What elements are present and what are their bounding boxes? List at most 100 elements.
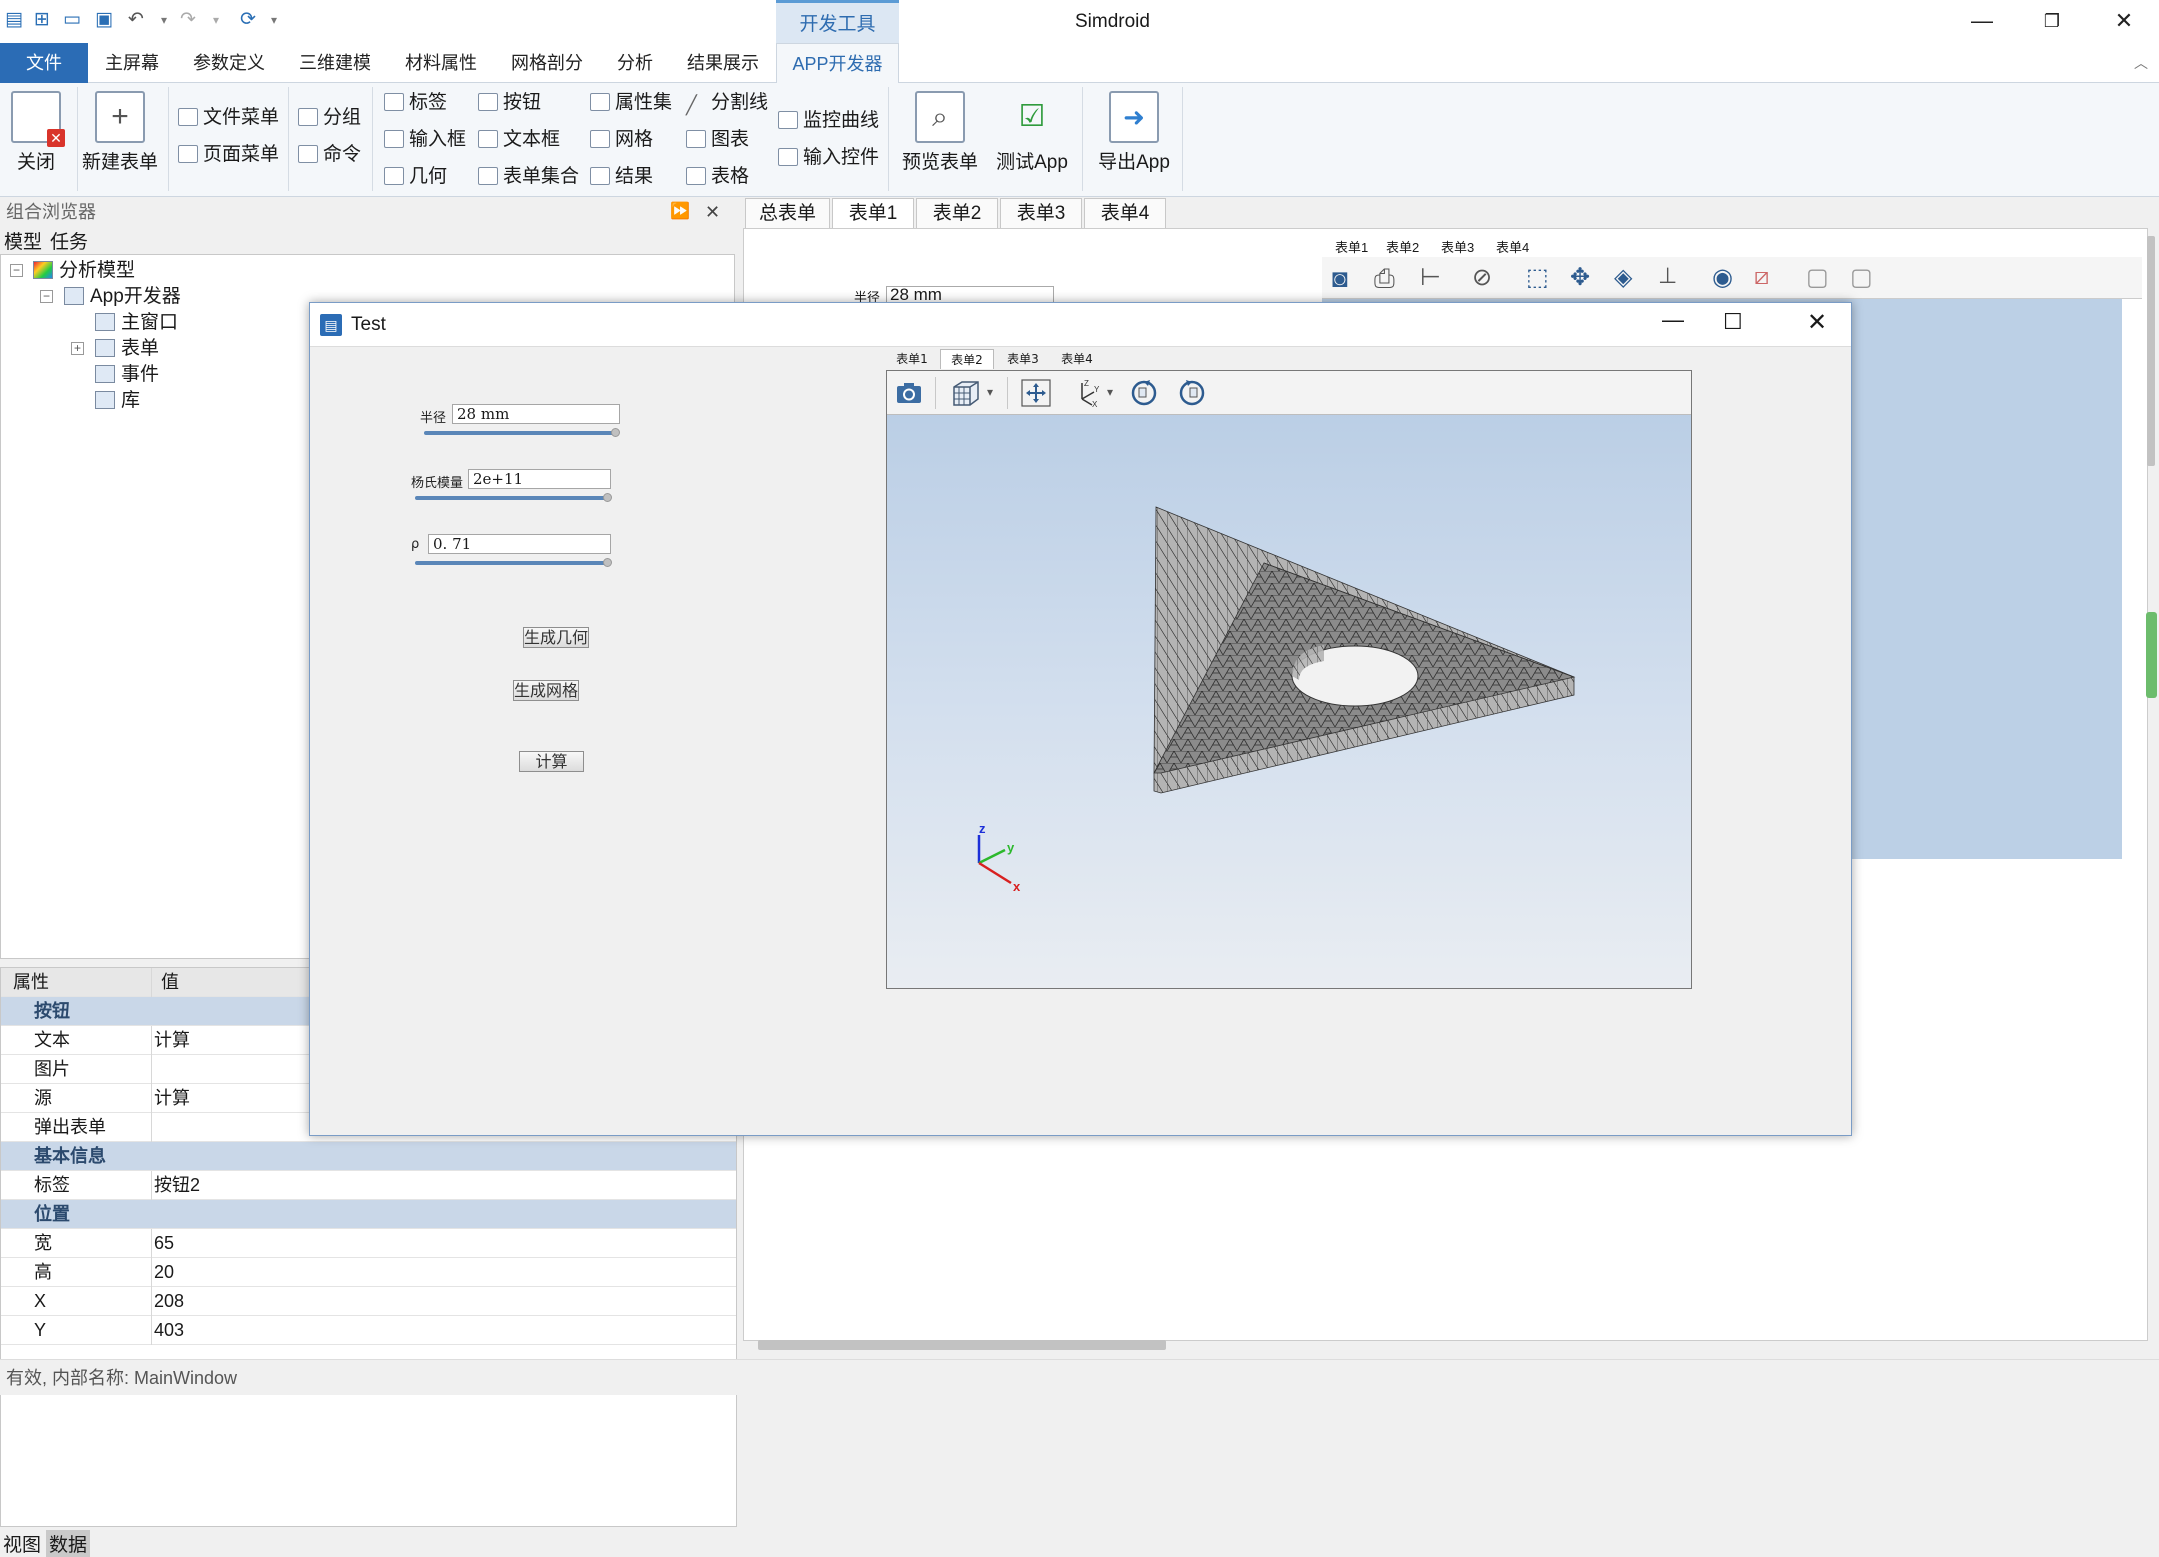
collapse-icon[interactable]: −	[40, 290, 53, 303]
command-button[interactable]: 命令	[298, 140, 361, 170]
label-button[interactable]: 标签	[384, 88, 447, 118]
light-icon[interactable]: ▢	[1806, 263, 1829, 292]
generate-mesh-button[interactable]: 生成网格	[513, 680, 579, 701]
tab-form-2[interactable]: 表单2	[916, 198, 998, 228]
tab-file[interactable]: 文件	[0, 43, 88, 83]
tab-parameters[interactable]: 参数定义	[178, 43, 280, 83]
test-app-button[interactable]: ☑ 测试App	[990, 91, 1074, 174]
group-button[interactable]: 分组	[298, 103, 361, 133]
input-box-button[interactable]: 输入框	[384, 125, 466, 155]
tab-3d-modeling[interactable]: 三维建模	[284, 43, 386, 83]
youngs-modulus-input[interactable]: 2e+11	[468, 469, 611, 489]
button-button[interactable]: 按钮	[478, 88, 541, 118]
fit-all-icon[interactable]	[1019, 377, 1053, 409]
mesh-viewport[interactable]: z y x	[887, 415, 1691, 988]
viewer-tab-form-4[interactable]: 表单4	[1050, 349, 1104, 369]
zoom-box-icon[interactable]: ⬚	[1526, 263, 1549, 292]
vertical-scrollbar[interactable]	[2145, 232, 2159, 1332]
monitor-curve-button[interactable]: 监控曲线	[778, 106, 879, 136]
section-icon[interactable]: ⊘	[1472, 263, 1492, 292]
tab-form-3[interactable]: 表单3	[1000, 198, 1082, 228]
tab-app-developer[interactable]: APP开发器	[776, 43, 899, 83]
axes-dropdown-icon[interactable]: ▾	[1107, 385, 1113, 399]
tab-materials[interactable]: 材料属性	[390, 43, 492, 83]
tab-results[interactable]: 结果展示	[672, 43, 774, 83]
minimize-button[interactable]: —	[1952, 4, 2012, 38]
undo-dropdown-icon[interactable]: ▾	[152, 8, 176, 32]
fit-view-icon[interactable]: ✥	[1570, 263, 1590, 292]
dialog-maximize-button[interactable]: ☐	[1723, 309, 1743, 335]
bg-tab-form-1[interactable]: 表单1	[1332, 237, 1372, 256]
property-value[interactable]: 按钮2	[154, 1171, 200, 1200]
rotate-view-icon[interactable]: ◈	[1614, 263, 1632, 292]
property-row[interactable]: 高 20	[1, 1258, 736, 1287]
rotate-cw-icon[interactable]	[1127, 377, 1161, 409]
new-file-icon[interactable]: ⊞	[30, 8, 54, 32]
tree-item-app-developer[interactable]: App开发器	[64, 284, 181, 310]
axes-icon[interactable]: ⊥	[1658, 263, 1677, 289]
camera-icon[interactable]: ◙	[1332, 263, 1348, 294]
print-icon[interactable]: ⎙	[1374, 263, 1395, 295]
dialog-minimize-button[interactable]: —	[1662, 307, 1684, 333]
radius-input[interactable]: 28 mm	[452, 404, 620, 424]
file-menu-button[interactable]: 文件菜单	[178, 103, 279, 133]
camera-icon[interactable]	[892, 377, 926, 409]
form-set-button[interactable]: 表单集合	[478, 162, 579, 192]
axes-orientation-icon[interactable]: ZYX	[1072, 377, 1106, 409]
view-cube-dropdown-icon[interactable]: ▾	[987, 385, 993, 399]
youngs-modulus-slider[interactable]	[415, 496, 610, 500]
property-value[interactable]: 208	[154, 1287, 184, 1316]
refresh-icon[interactable]: ⟳	[236, 8, 260, 32]
tab-meshing[interactable]: 网格剖分	[496, 43, 598, 83]
bg-tab-form-4[interactable]: 表单4	[1496, 237, 1529, 256]
divider-button[interactable]: ╱ 分割线	[686, 88, 768, 118]
tree-item-events[interactable]: 事件	[95, 362, 159, 388]
input-control-button[interactable]: 输入控件	[778, 143, 879, 173]
property-row[interactable]: Y 403	[1, 1316, 736, 1345]
tab-form-1[interactable]: 表单1	[832, 198, 914, 228]
tab-form-4[interactable]: 表单4	[1084, 198, 1166, 228]
density-slider[interactable]	[415, 561, 610, 565]
new-form-button[interactable]: + 新建表单	[80, 91, 160, 174]
tree-item-analysis-model[interactable]: 分析模型	[33, 258, 135, 284]
property-set-button[interactable]: 属性集	[590, 88, 672, 118]
page-menu-button[interactable]: 页面菜单	[178, 140, 279, 170]
viewer-tab-form-1[interactable]: 表单1	[886, 349, 938, 369]
property-value[interactable]: 65	[154, 1229, 174, 1258]
eye-icon[interactable]: ◉	[1712, 263, 1733, 292]
preview-form-button[interactable]: ⌕ 预览表单	[898, 91, 982, 174]
tab-analysis[interactable]: 分析	[602, 43, 668, 83]
light2-icon[interactable]: ▢	[1850, 263, 1873, 292]
viewer-tab-form-2[interactable]: 表单2	[940, 349, 994, 369]
property-row[interactable]: X 208	[1, 1287, 736, 1316]
export-app-button[interactable]: ➜ 导出App	[1092, 91, 1176, 174]
undo-icon[interactable]: ↶	[124, 8, 148, 32]
tree-item-forms[interactable]: 表单	[95, 336, 159, 362]
rotate-ccw-icon[interactable]	[1175, 377, 1209, 409]
save-icon[interactable]: ▣	[92, 8, 116, 32]
compute-button[interactable]: 计算	[519, 751, 584, 772]
expand-icon[interactable]: +	[71, 342, 84, 355]
open-folder-icon[interactable]: ▭	[60, 8, 84, 32]
radius-slider[interactable]	[424, 431, 616, 435]
vscroll-thumb[interactable]	[2147, 236, 2155, 466]
tree-item-library[interactable]: 库	[95, 388, 140, 414]
close-button[interactable]: ✕ 关闭	[6, 91, 66, 174]
viewer-tab-form-3[interactable]: 表单3	[996, 349, 1050, 369]
dock-icon[interactable]: ⏩	[670, 197, 690, 227]
geometry-button[interactable]: 几何	[384, 162, 447, 192]
measure-icon[interactable]: ⊢	[1420, 263, 1441, 292]
mesh-button[interactable]: 网格	[590, 125, 653, 155]
property-value[interactable]: 计算	[154, 1084, 190, 1113]
table-button[interactable]: 表格	[686, 162, 749, 192]
restore-button[interactable]: ❐	[2022, 4, 2082, 38]
hide-icon[interactable]: ⧄	[1754, 263, 1769, 291]
property-value[interactable]: 403	[154, 1316, 184, 1345]
density-input[interactable]: 0. 71	[428, 534, 611, 554]
result-button[interactable]: 结果	[590, 162, 653, 192]
property-value[interactable]: 20	[154, 1258, 174, 1287]
property-row[interactable]: 标签 按钮2	[1, 1171, 736, 1200]
tree-item-main-window[interactable]: 主窗口	[95, 310, 178, 336]
customize-quick-access-icon[interactable]: ▾	[262, 8, 286, 32]
collapse-ribbon-icon[interactable]: ︿	[2134, 53, 2148, 73]
